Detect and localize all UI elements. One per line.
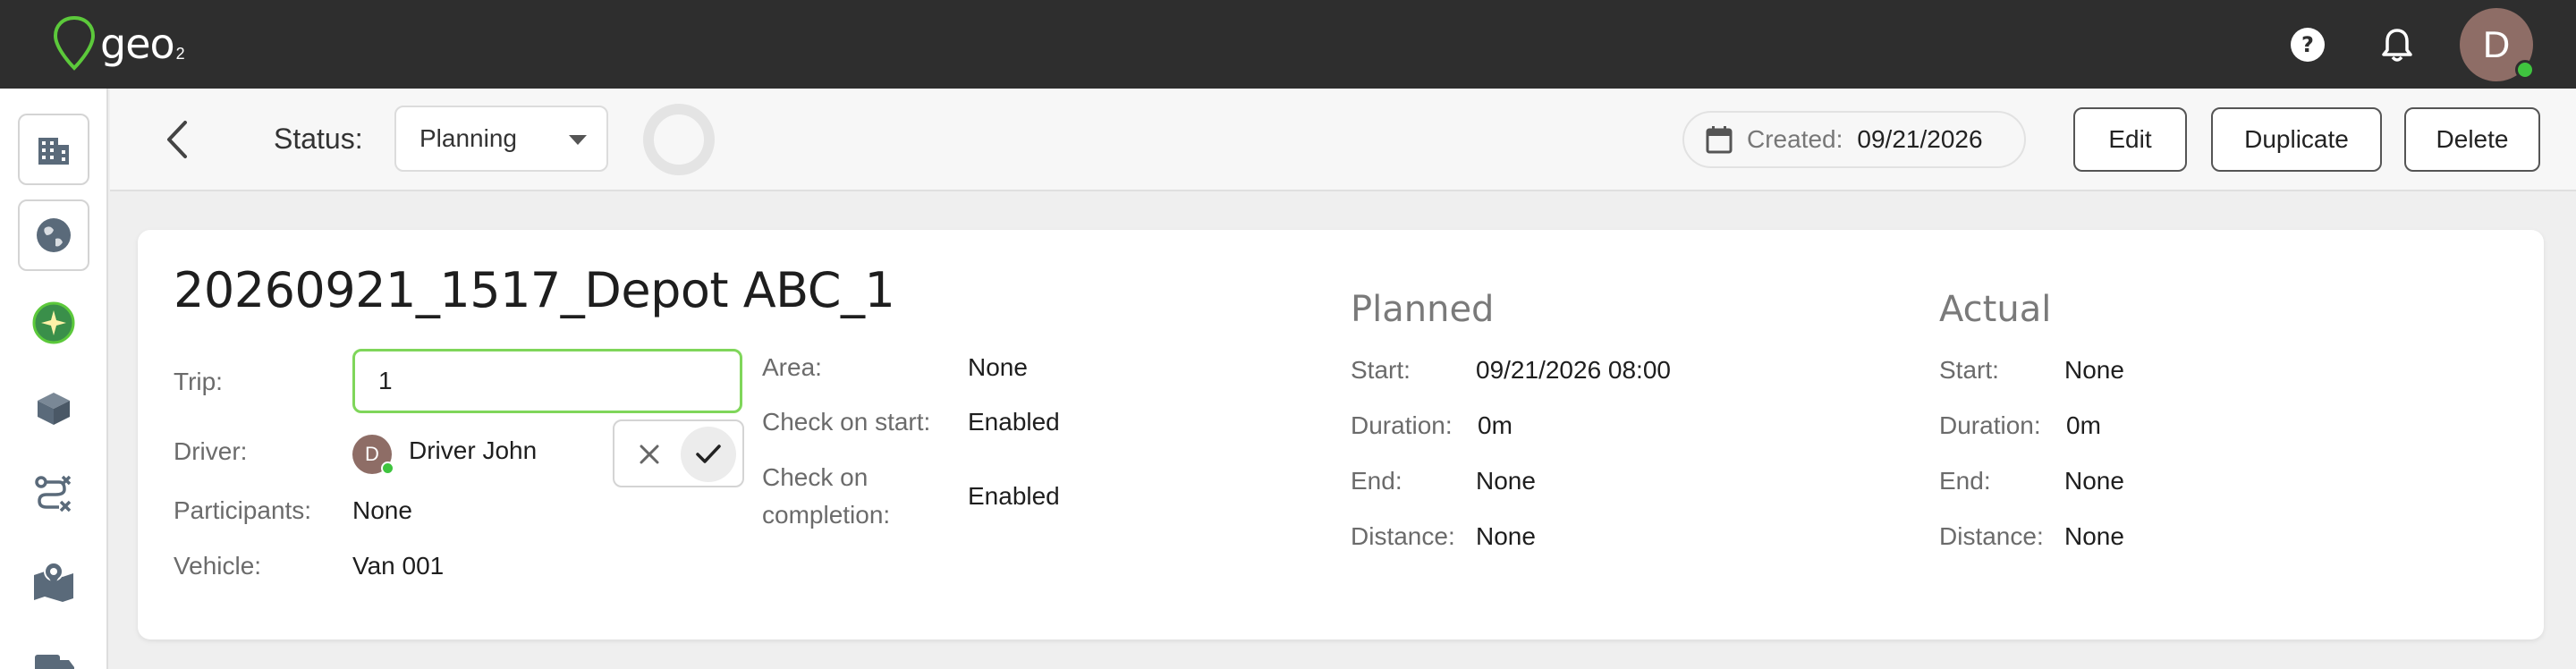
building-icon: [38, 138, 69, 165]
driver-avatar: D: [352, 435, 394, 475]
participants-value: None: [352, 496, 412, 524]
driver-online-dot: [381, 462, 394, 475]
user-avatar[interactable]: D: [2460, 8, 2535, 81]
loading-spinner: [643, 104, 715, 175]
sidebar-item-packages[interactable]: [18, 373, 89, 445]
actual-distance-label: Distance:: [1939, 522, 2044, 550]
brand-name: geo: [100, 20, 175, 68]
driver-value: Driver John: [409, 436, 538, 464]
vehicle-value: Van 001: [352, 552, 445, 580]
actual-duration-label: Duration:: [1939, 411, 2041, 439]
back-button[interactable]: [155, 115, 199, 164]
planned-duration-value: 0m: [1478, 411, 1513, 439]
route-icon: [35, 475, 72, 512]
planned-heading: Planned: [1351, 289, 1495, 330]
trip-number-label: Trip:: [174, 368, 223, 395]
location-pin-logo-icon: [53, 15, 96, 71]
actual-start-label: Start:: [1939, 356, 1999, 384]
created-label: Created:: [1747, 125, 1843, 153]
area-value: None: [968, 353, 1028, 381]
svg-text:?: ?: [2301, 32, 2314, 57]
status-label: Status:: [274, 123, 363, 155]
trip-title: 20260921_1517_Depot ABC_1: [174, 262, 895, 318]
actual-distance-value: None: [2064, 522, 2124, 550]
planned-end-value: None: [1476, 467, 1536, 495]
check-on-start-label: Check on start:: [762, 408, 931, 436]
area-label: Area:: [762, 353, 822, 381]
actual-start-value: None: [2064, 356, 2124, 384]
edit-button[interactable]: Edit: [2073, 107, 2187, 172]
sidebar-item-sparkle-globe[interactable]: [18, 287, 89, 359]
actual-end-label: End:: [1939, 467, 1991, 495]
top-bar: geo 2 ? D: [0, 0, 2576, 89]
sidebar-item-buildings[interactable]: [18, 114, 89, 185]
globe-icon: [37, 218, 71, 252]
calendar-icon: [1706, 126, 1733, 154]
box-icon: [38, 393, 70, 425]
confirm-edit-button[interactable]: [681, 427, 736, 482]
check-on-completion-value: Enabled: [968, 482, 1060, 510]
check-on-completion-label-line2: completion:: [762, 501, 891, 529]
planned-start-value: 09/21/2026 08:00: [1476, 356, 1671, 384]
vehicle-label: Vehicle:: [174, 552, 262, 580]
sidebar: [0, 89, 108, 669]
close-icon: [640, 445, 659, 464]
driver-label: Driver:: [174, 437, 248, 465]
chevron-left-icon: [167, 121, 187, 158]
driver-avatar-initial: D: [365, 443, 379, 465]
actual-duration-value: 0m: [2066, 411, 2101, 439]
check-icon: [696, 445, 721, 463]
sidebar-item-routes[interactable]: [18, 459, 89, 530]
truck-icon: [35, 655, 74, 669]
planned-distance-label: Distance:: [1351, 522, 1455, 550]
chevron-down-icon: [569, 135, 587, 145]
sparkle-globe-icon: [32, 301, 75, 344]
cancel-edit-button[interactable]: [622, 427, 677, 482]
duplicate-button[interactable]: Duplicate: [2211, 107, 2382, 172]
delete-button[interactable]: Delete: [2404, 107, 2540, 172]
sidebar-item-map[interactable]: [18, 545, 89, 616]
brand-logo[interactable]: geo 2: [52, 14, 185, 73]
map-icon: [34, 562, 73, 602]
sidebar-item-globe[interactable]: [18, 199, 89, 271]
participants-label: Participants:: [174, 496, 312, 524]
planned-duration-label: Duration:: [1351, 411, 1453, 439]
user-avatar-initial: D: [2482, 23, 2511, 65]
trip-header-bar: Status: Planning Created: 09/21/2026 Edi…: [110, 89, 2576, 191]
help-circle-icon[interactable]: ?: [2287, 24, 2328, 65]
status-select-value: Planning: [419, 124, 517, 152]
created-date-chip: Created: 09/21/2026: [1682, 111, 2026, 168]
edit-confirm-group: [613, 419, 744, 487]
online-status-dot: [2515, 60, 2535, 80]
bell-icon[interactable]: [2377, 24, 2418, 65]
planned-start-label: Start:: [1351, 356, 1411, 384]
actual-end-value: None: [2064, 467, 2124, 495]
check-on-completion-label-line1: Check on: [762, 463, 869, 491]
trip-details-card: 20260921_1517_Depot ABC_1 Trip: Driver: …: [138, 230, 2544, 639]
sidebar-item-vehicles[interactable]: [18, 631, 89, 669]
created-value: 09/21/2026: [1857, 125, 1983, 153]
status-select[interactable]: Planning: [394, 106, 608, 172]
trip-number-input[interactable]: [352, 349, 742, 413]
planned-end-label: End:: [1351, 467, 1402, 495]
check-on-start-value: Enabled: [968, 408, 1060, 436]
brand-sub: 2: [175, 44, 185, 63]
planned-distance-value: None: [1476, 522, 1536, 550]
actual-heading: Actual: [1939, 289, 2052, 330]
